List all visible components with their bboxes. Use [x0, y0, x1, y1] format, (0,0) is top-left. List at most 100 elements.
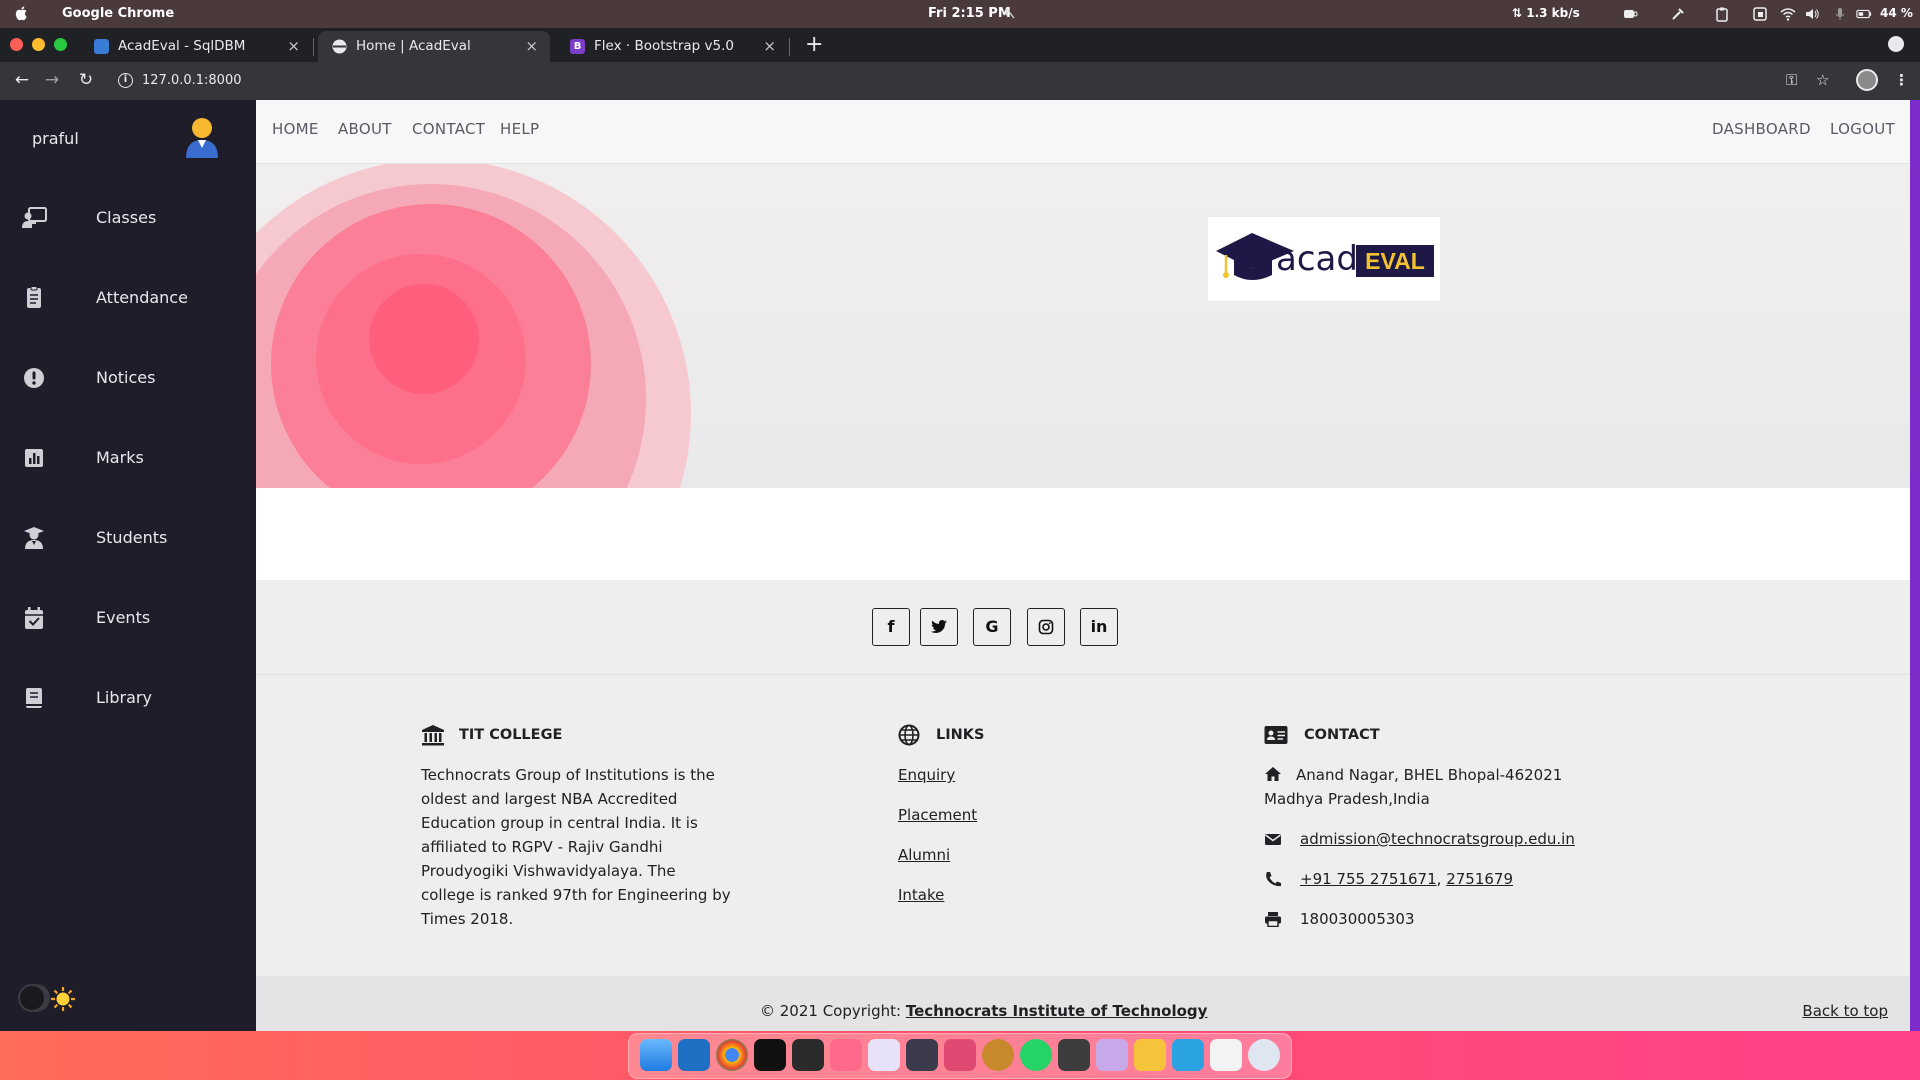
envelope-icon: [1265, 834, 1281, 845]
window-close-button[interactable]: [10, 38, 23, 51]
chrome-menu-icon[interactable]: ⋮: [1894, 71, 1909, 89]
forward-arrow-icon[interactable]: →: [42, 70, 62, 90]
mission-control-icon[interactable]: [906, 1039, 938, 1071]
sidebar-item-label: Notices: [96, 368, 156, 387]
footer-contact-column: CONTACT Anand Nagar, BHEL Bhopal-462021 M…: [1264, 723, 1644, 947]
photos-icon[interactable]: [1210, 1039, 1242, 1071]
email-link[interactable]: admission@technocratsgroup.edu.in: [1300, 830, 1575, 848]
screen-rotate-icon[interactable]: [1752, 6, 1768, 22]
sidebar-item-classes[interactable]: Classes: [0, 188, 256, 248]
window-zoom-button[interactable]: [54, 38, 67, 51]
close-tab-icon[interactable]: ×: [525, 37, 538, 55]
finder-icon[interactable]: [640, 1039, 672, 1071]
sidebar-item-events[interactable]: Events: [0, 588, 256, 648]
nav-dashboard-link[interactable]: DASHBOARD: [1712, 120, 1811, 138]
macos-dock: [628, 1033, 1292, 1079]
pikachu-app-icon[interactable]: [1134, 1039, 1166, 1071]
url-text[interactable]: 127.0.0.1:8000: [142, 73, 242, 88]
user-avatar-icon[interactable]: [184, 116, 220, 158]
close-tab-icon[interactable]: ×: [287, 37, 300, 55]
terminal-icon[interactable]: [754, 1039, 786, 1071]
amber-app-icon[interactable]: [982, 1039, 1014, 1071]
browser-tab[interactable]: B Flex · Bootstrap v5.0 ×: [556, 31, 790, 62]
theme-toggle-switch[interactable]: [18, 984, 50, 1012]
footer-college-heading: TIT COLLEGE: [421, 723, 731, 747]
google-icon[interactable]: G: [973, 608, 1011, 646]
apple-icon[interactable]: [14, 5, 30, 21]
sidebar-item-library[interactable]: Library: [0, 668, 256, 728]
browser-tab[interactable]: AcadEval - SqlDBM ×: [80, 31, 314, 62]
contact-address: Anand Nagar, BHEL Bhopal-462021 Madhya Pr…: [1264, 763, 1644, 811]
site-favicon-icon: [332, 39, 347, 54]
sidebar-username[interactable]: praful: [32, 129, 79, 148]
color-picker-icon[interactable]: [1670, 6, 1686, 22]
wifi-icon[interactable]: [1780, 6, 1796, 22]
footer-links-title: LINKS: [936, 727, 985, 743]
close-tab-icon[interactable]: ×: [763, 37, 776, 55]
active-app-name[interactable]: Google Chrome: [62, 6, 174, 21]
chrome-icon[interactable]: [716, 1039, 748, 1071]
address-bar[interactable]: i 127.0.0.1:8000: [108, 65, 1768, 97]
notes-app-icon[interactable]: [1096, 1039, 1128, 1071]
facebook-icon[interactable]: f: [872, 608, 910, 646]
nav-logout-link[interactable]: LOGOUT: [1830, 120, 1895, 138]
institute-link[interactable]: Technocrats Institute of Technology: [906, 1002, 1208, 1020]
safari-icon[interactable]: [1248, 1039, 1280, 1071]
twitter-icon[interactable]: [920, 608, 958, 646]
preview-icon[interactable]: [868, 1039, 900, 1071]
linkedin-icon[interactable]: in: [1080, 608, 1118, 646]
sublime-text-icon[interactable]: [792, 1039, 824, 1071]
site-info-icon[interactable]: i: [118, 73, 133, 88]
fax-number: 180030005303: [1300, 910, 1415, 928]
footer-college-column: TIT COLLEGE Technocrats Group of Institu…: [421, 723, 731, 931]
placement-link[interactable]: Placement: [898, 803, 1098, 827]
bookmark-star-icon[interactable]: ☆: [1816, 71, 1829, 89]
screen-recorder-icon[interactable]: [944, 1039, 976, 1071]
intake-link[interactable]: Intake: [898, 883, 1098, 907]
nav-contact-link[interactable]: CONTACT: [412, 120, 485, 138]
instagram-icon[interactable]: [1027, 608, 1065, 646]
top-navbar: HOME ABOUT CONTACT HELP DASHBOARD LOGOUT: [256, 100, 1910, 164]
sidebar-item-attendance[interactable]: Attendance: [0, 268, 256, 328]
pinwheel-app-icon[interactable]: [830, 1039, 862, 1071]
whatsapp-icon[interactable]: [1020, 1039, 1052, 1071]
footer-contact-list: Anand Nagar, BHEL Bhopal-462021 Madhya Pr…: [1264, 763, 1644, 931]
phone-link-2[interactable]: 2751679: [1446, 870, 1513, 888]
bootstrap-favicon-icon: B: [570, 39, 585, 54]
page-scrollbar[interactable]: [1910, 100, 1920, 1031]
sidebar-item-students[interactable]: Students: [0, 508, 256, 568]
reload-icon[interactable]: ↻: [76, 70, 96, 90]
enquiry-link[interactable]: Enquiry: [898, 763, 1098, 787]
key-icon[interactable]: ⚿: [1786, 71, 1797, 89]
macos-menu-bar: Google Chrome Fri 2:15 PM ⇅ 1.3 kb/s 44 …: [0, 0, 1920, 28]
archive-icon[interactable]: [1058, 1039, 1090, 1071]
tab-search-icon[interactable]: [1888, 36, 1904, 52]
phone-link-1[interactable]: +91 755 2751671: [1300, 870, 1437, 888]
decorative-circles: [256, 164, 691, 488]
battery-icon[interactable]: [1856, 6, 1872, 22]
vscode-icon[interactable]: [678, 1039, 710, 1071]
microphone-icon[interactable]: [1832, 6, 1848, 22]
telegram-icon[interactable]: [1172, 1039, 1204, 1071]
clock[interactable]: Fri 2:15 PM: [928, 6, 1011, 21]
back-to-top-link[interactable]: Back to top: [1802, 1002, 1888, 1020]
hero-banner: acad EVAL: [256, 164, 1910, 488]
footer-links-list: Enquiry Placement Alumni Intake: [898, 763, 1098, 907]
sqldbm-favicon-icon: [94, 39, 109, 54]
sidebar-item-marks[interactable]: Marks: [0, 428, 256, 488]
coffee-icon[interactable]: [1622, 6, 1638, 22]
volume-icon[interactable]: [1804, 6, 1820, 22]
sidebar-item-label: Classes: [96, 208, 157, 227]
profile-avatar[interactable]: [1856, 69, 1878, 91]
nav-about-link[interactable]: ABOUT: [338, 120, 392, 138]
back-arrow-icon[interactable]: ←: [12, 70, 32, 90]
new-tab-button[interactable]: +: [805, 32, 823, 57]
content-area: [256, 488, 1910, 580]
browser-tab-active[interactable]: Home | AcadEval ×: [318, 31, 550, 62]
clipboard-tray-icon[interactable]: [1714, 6, 1730, 22]
sidebar-item-notices[interactable]: Notices: [0, 348, 256, 408]
nav-help-link[interactable]: HELP: [500, 120, 539, 138]
alumni-link[interactable]: Alumni: [898, 843, 1098, 867]
nav-home-link[interactable]: HOME: [272, 120, 319, 138]
window-minimize-button[interactable]: [32, 38, 45, 51]
